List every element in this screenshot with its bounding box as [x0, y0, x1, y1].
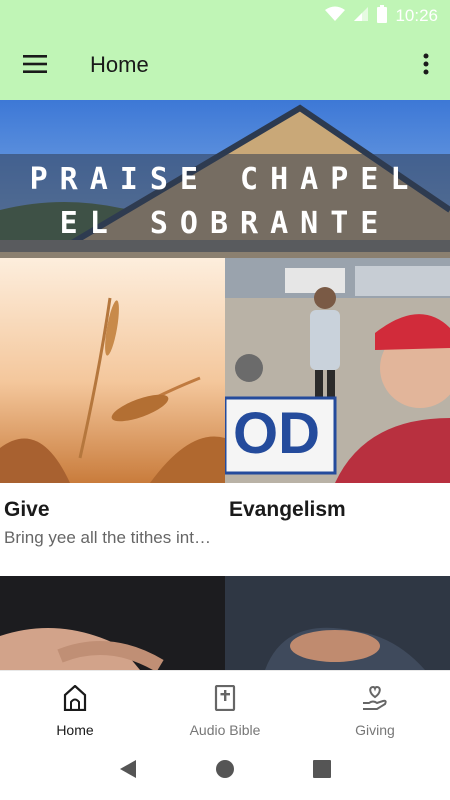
system-back-button[interactable] [108, 751, 148, 791]
hands-card-image [0, 576, 225, 670]
banner-title-line1: PRAISE CHAPEL [29, 162, 421, 197]
card-give[interactable]: Give Bring yee all the tithes into the s… [0, 258, 225, 576]
prayer-card-image [225, 576, 450, 670]
nav-label: Home [56, 722, 94, 738]
recents-square-icon [312, 759, 331, 783]
status-icons: 10:26 [325, 4, 438, 28]
home-circle-icon [215, 759, 235, 784]
hamburger-menu-icon [23, 54, 47, 78]
more-vertical-icon [423, 53, 429, 80]
status-time: 10:26 [395, 6, 438, 25]
status-bar: 10:26 [0, 0, 450, 32]
nav-label: Giving [355, 722, 395, 738]
battery-icon [377, 4, 388, 28]
bible-icon [214, 684, 236, 716]
overflow-menu-button[interactable] [414, 46, 438, 86]
app-bar: Home [0, 32, 450, 100]
card-subtitle: Bring yee all the tithes into the storeh… [4, 528, 220, 547]
evangelism-card-image: OD [225, 258, 450, 483]
nav-audio-bible[interactable]: Audio Bible [150, 671, 300, 742]
church-banner[interactable]: PRAISE CHAPEL EL SOBRANTE [0, 100, 450, 258]
system-navigation-bar [0, 742, 450, 800]
screen: 10:26 Home PRAISE CHAPEL EL SOBRANTE Giv… [0, 0, 450, 800]
church-icon [63, 684, 87, 716]
nav-home[interactable]: Home [0, 671, 150, 742]
svg-text:OD: OD [233, 401, 320, 466]
bottom-navigation: Home Audio Bible Giving [0, 670, 450, 742]
nav-label: Audio Bible [189, 722, 261, 738]
wifi-icon [325, 6, 346, 27]
system-recents-button[interactable] [302, 751, 342, 791]
nav-giving[interactable]: Giving [300, 671, 450, 742]
card-evangelism[interactable]: OD Evangelism [225, 258, 450, 576]
card-title: Evangelism [229, 498, 346, 521]
signal-icon [353, 6, 369, 27]
give-card-image [0, 258, 225, 483]
banner-title-line2: EL SOBRANTE [59, 206, 391, 241]
card-prayer[interactable] [225, 576, 450, 670]
heart-hand-icon [361, 685, 389, 716]
card-title: Give [4, 498, 50, 521]
page-title: Home [90, 52, 149, 77]
system-home-button[interactable] [205, 751, 245, 791]
back-icon [119, 759, 137, 784]
menu-button[interactable] [14, 46, 56, 86]
card-hands[interactable] [0, 576, 225, 670]
